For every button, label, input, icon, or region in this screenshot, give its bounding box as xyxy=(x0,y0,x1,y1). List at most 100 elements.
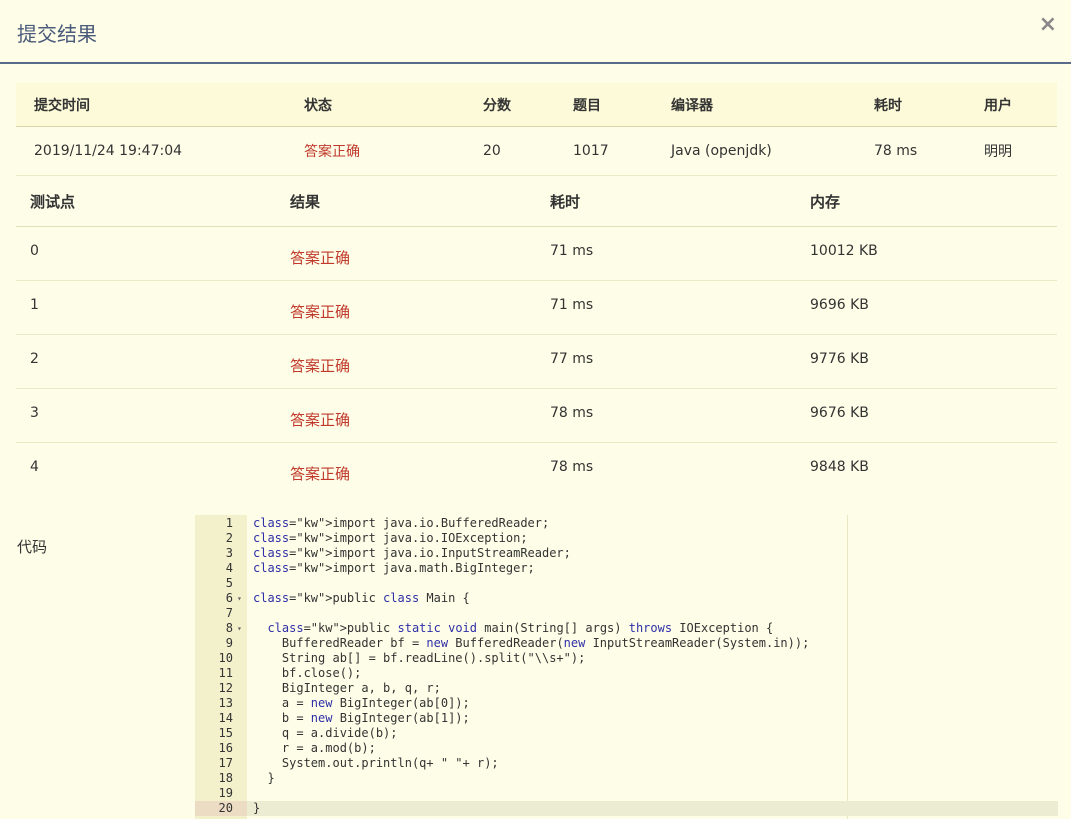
table-row: 1 答案正确 71 ms 9696 KB xyxy=(16,281,1057,335)
summary-row: 2019/11/24 19:47:04 答案正确 20 1017 Java (o… xyxy=(16,127,1057,176)
code-line[interactable]: 7 xyxy=(195,606,1058,621)
test-elapsed: 77 ms xyxy=(550,351,594,367)
line-number: 16 xyxy=(218,741,233,755)
table-row: 4 答案正确 78 ms 9848 KB xyxy=(16,443,1057,497)
header-problem: 题目 xyxy=(573,97,601,114)
test-result: 答案正确 xyxy=(290,303,351,321)
line-number: 3 xyxy=(225,546,233,560)
code-text: class="kw">public static void main(Strin… xyxy=(267,621,774,635)
submission-summary-table: 提交时间 状态 分数 题目 编译器 耗时 用户 2019/11/24 19:47… xyxy=(16,83,1057,176)
problem-link[interactable]: 1017 xyxy=(573,127,609,175)
code-text: a = new BigInteger(ab[0]); xyxy=(253,696,470,710)
code-line[interactable]: 1 class="kw">import java.io.BufferedReade… xyxy=(195,516,1058,531)
dialog-header: 提交结果 × xyxy=(0,0,1071,64)
test-memory: 9696 KB xyxy=(810,297,869,313)
table-row: 3 答案正确 78 ms 9676 KB xyxy=(16,389,1057,443)
code-text: BigInteger a, b, q, r; xyxy=(253,681,441,695)
code-line[interactable]: 19 xyxy=(195,786,1058,801)
header-test-point: 测试点 xyxy=(30,192,76,211)
code-line[interactable]: 8 ▾ class="kw">public static void main(St… xyxy=(195,621,1058,636)
line-number: 10 xyxy=(218,651,233,665)
code-text: } xyxy=(253,801,261,815)
test-memory: 9848 KB xyxy=(810,459,869,475)
test-point-id: 4 xyxy=(30,459,39,475)
code-line[interactable]: 9 BufferedReader bf = new BufferedReader… xyxy=(195,636,1058,651)
line-number: 1 xyxy=(225,516,233,530)
table-row: 2 答案正确 77 ms 9776 KB xyxy=(16,335,1057,389)
line-number: 13 xyxy=(218,696,233,710)
code-line[interactable]: 18 } xyxy=(195,771,1058,786)
code-line[interactable]: 20} xyxy=(195,801,1058,816)
code-line[interactable]: 4 class="kw">import java.math.BigInteger; xyxy=(195,561,1058,576)
code-line[interactable]: 3 class="kw">import java.io.InputStreamRe… xyxy=(195,546,1058,561)
code-line[interactable]: 10 String ab[] = bf.readLine().split("\\… xyxy=(195,651,1058,666)
test-point-id: 3 xyxy=(30,405,39,421)
code-line[interactable]: 6 ▾ class="kw">public class Main { xyxy=(195,591,1058,606)
test-memory: 9676 KB xyxy=(810,405,869,421)
compiler-value: Java (openjdk) xyxy=(671,143,772,159)
test-point-id: 2 xyxy=(30,351,39,367)
line-number: 17 xyxy=(218,756,233,770)
test-point-id: 1 xyxy=(30,297,39,313)
fold-arrow-icon[interactable]: ▾ xyxy=(237,591,242,606)
code-text: r = a.mod(b); xyxy=(253,741,376,755)
submission-result-dialog: 提交结果 × 提交时间 状态 分数 题目 编译器 耗时 用户 2019/11/2… xyxy=(0,0,1071,819)
close-icon[interactable]: × xyxy=(1039,14,1057,36)
fold-arrow-icon[interactable]: ▾ xyxy=(237,621,242,636)
line-number: 14 xyxy=(218,711,233,725)
line-number: 18 xyxy=(218,771,233,785)
code-text: String ab[] = bf.readLine().split("\\s+"… xyxy=(253,651,586,665)
test-result: 答案正确 xyxy=(290,411,351,429)
code-line[interactable]: 5 xyxy=(195,576,1058,591)
code-line[interactable]: 12 BigInteger a, b, q, r; xyxy=(195,681,1058,696)
test-elapsed: 78 ms xyxy=(550,459,594,475)
summary-header-row: 提交时间 状态 分数 题目 编译器 耗时 用户 xyxy=(16,83,1057,127)
test-result: 答案正确 xyxy=(290,465,351,483)
line-number: 20 xyxy=(195,801,247,816)
code-line[interactable]: 2 class="kw">import java.io.IOException; xyxy=(195,531,1058,546)
line-number: 19 xyxy=(218,786,233,800)
score-value: 20 xyxy=(483,143,501,159)
dialog-title: 提交结果 xyxy=(17,22,97,46)
code-line[interactable]: 15 q = a.divide(b); xyxy=(195,726,1058,741)
code-text: class="kw">import java.io.IOException; xyxy=(253,531,528,545)
code-editor[interactable]: 1 class="kw">import java.io.BufferedReade… xyxy=(195,515,1058,819)
table-row: 0 答案正确 71 ms 10012 KB xyxy=(16,227,1057,281)
line-number: 15 xyxy=(218,726,233,740)
code-line[interactable]: 14 b = new BigInteger(ab[1]); xyxy=(195,711,1058,726)
code-label: 代码 xyxy=(17,538,48,556)
code-line[interactable]: 13 a = new BigInteger(ab[0]); xyxy=(195,696,1058,711)
test-elapsed: 78 ms xyxy=(550,405,594,421)
submit-time: 2019/11/24 19:47:04 xyxy=(34,143,183,159)
test-result: 答案正确 xyxy=(290,357,351,375)
code-text: class="kw">public class Main { xyxy=(253,591,470,605)
test-point-id: 0 xyxy=(30,243,39,259)
header-elapsed: 耗时 xyxy=(874,97,902,114)
line-number: 4 xyxy=(225,561,233,575)
code-line[interactable]: 11 bf.close(); xyxy=(195,666,1058,681)
elapsed-value: 78 ms xyxy=(874,143,918,159)
test-elapsed: 71 ms xyxy=(550,297,594,313)
code-text: class="kw">import java.math.BigInteger; xyxy=(253,561,535,575)
line-number: 5 xyxy=(225,576,233,590)
header-test-elapsed: 耗时 xyxy=(550,192,581,211)
header-submit-time: 提交时间 xyxy=(34,97,90,114)
user-link[interactable]: 明明 xyxy=(984,127,1012,175)
line-number: 11 xyxy=(218,666,233,680)
code-text: q = a.divide(b); xyxy=(253,726,398,740)
header-compiler: 编译器 xyxy=(671,97,713,114)
code-line[interactable]: 16 r = a.mod(b); xyxy=(195,741,1058,756)
header-score: 分数 xyxy=(483,97,511,114)
test-elapsed: 71 ms xyxy=(550,243,594,259)
header-status: 状态 xyxy=(304,97,332,114)
code-text: bf.close(); xyxy=(253,666,362,680)
tests-header-row: 测试点 结果 耗时 内存 xyxy=(16,176,1057,227)
status-accepted: 答案正确 xyxy=(304,144,360,160)
test-points-table: 测试点 结果 耗时 内存 0 答案正确 71 ms 10012 KB 1 答案正… xyxy=(16,176,1057,497)
line-number: 2 xyxy=(225,531,233,545)
line-number: 12 xyxy=(218,681,233,695)
code-line[interactable]: 17 System.out.println(q+ " "+ r); xyxy=(195,756,1058,771)
test-memory: 10012 KB xyxy=(810,243,878,259)
test-memory: 9776 KB xyxy=(810,351,869,367)
test-result: 答案正确 xyxy=(290,249,351,267)
